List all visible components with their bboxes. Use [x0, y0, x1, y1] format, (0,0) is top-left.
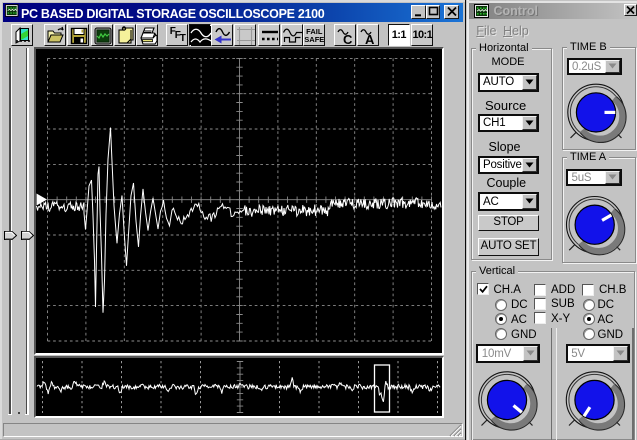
svg-text:C: C — [343, 32, 353, 47]
svg-text:A: A — [365, 32, 375, 47]
